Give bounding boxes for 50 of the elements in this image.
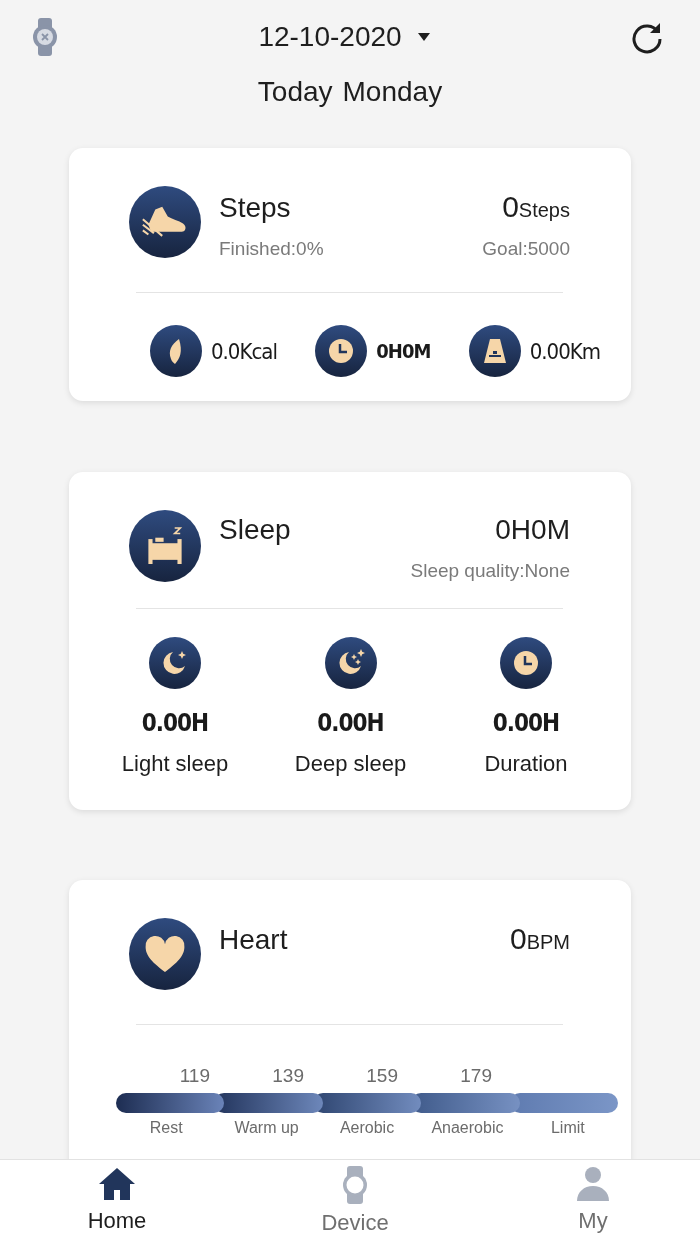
zone-label: Aerobic (338, 1119, 396, 1137)
sleep-quality: Sleep quality:None (410, 560, 570, 582)
watch-disconnected-icon[interactable] (32, 18, 58, 56)
tab[interactable]: My (546, 1160, 640, 1244)
sleep-stat-label: Duration (484, 751, 568, 777)
zone-label: Anaerobic (430, 1119, 505, 1137)
watch-icon (342, 1166, 368, 1204)
sleep-value: 0H0M (495, 514, 570, 546)
clock-icon (315, 325, 368, 377)
heart-rate-value: 0 (509, 922, 527, 955)
stat-value: 0.00Km (529, 338, 600, 364)
heart-card[interactable]: Heart 0BPM 119 139 159 179 Rest Warm up Aerobic Anaerobic Limit (69, 880, 631, 1159)
zone-threshold: 139 (271, 1065, 304, 1087)
sleep-stat-value: 0.00H (317, 709, 384, 737)
zone-threshold: 119 (178, 1065, 210, 1087)
moon-stars-icon (324, 637, 377, 689)
card-title: Heart (219, 924, 288, 956)
steps-card[interactable]: Steps 0Steps Finished:0% Goal:5000 0.0Kcal 0H0M 0.00Km (69, 148, 631, 401)
stat-value: 0H0M (376, 339, 431, 363)
sleep-stat-value: 0.00H (141, 709, 209, 737)
dropdown-caret-icon (417, 33, 430, 41)
clock-icon (500, 637, 552, 689)
zone-threshold: 179 (459, 1065, 492, 1087)
goal-text: Goal:5000 (482, 238, 570, 260)
zone-label: Limit (549, 1119, 586, 1137)
zone-label: Warm up (233, 1119, 300, 1137)
heart-rate-unit: BPM (526, 931, 570, 953)
home-icon (97, 1166, 137, 1202)
sleep-stat-label: Light sleep (121, 751, 229, 777)
day-label: Today (257, 76, 333, 108)
weekday: Monday (342, 76, 443, 108)
card-title: Sleep (219, 514, 291, 546)
flame-icon (150, 325, 202, 377)
steps-unit: Steps (518, 199, 570, 221)
tab[interactable]: Home (70, 1160, 164, 1244)
sleep-stat-label: Deep sleep (294, 751, 407, 777)
zone-threshold: 159 (365, 1065, 398, 1087)
sleep-card[interactable]: Sleep 0H0M Sleep quality:None 0.00H Light sleep 0.00H Deep sleep 0.00H Duration (69, 472, 631, 810)
date-picker[interactable]: 12-10-2020 (258, 21, 430, 53)
bed-icon (129, 510, 201, 582)
stat-value: 0.0Kcal (211, 338, 277, 364)
sleep-stat-value: 0.00H (492, 709, 560, 737)
zone-label: Rest (148, 1119, 184, 1137)
card-title: Steps (219, 192, 291, 224)
person-icon (576, 1166, 610, 1202)
tab[interactable]: Device (308, 1160, 402, 1244)
steps-value: 0 (502, 190, 519, 223)
shoe-icon (129, 186, 201, 258)
finished-percent: Finished:0% (219, 238, 324, 260)
road-icon (468, 325, 521, 377)
